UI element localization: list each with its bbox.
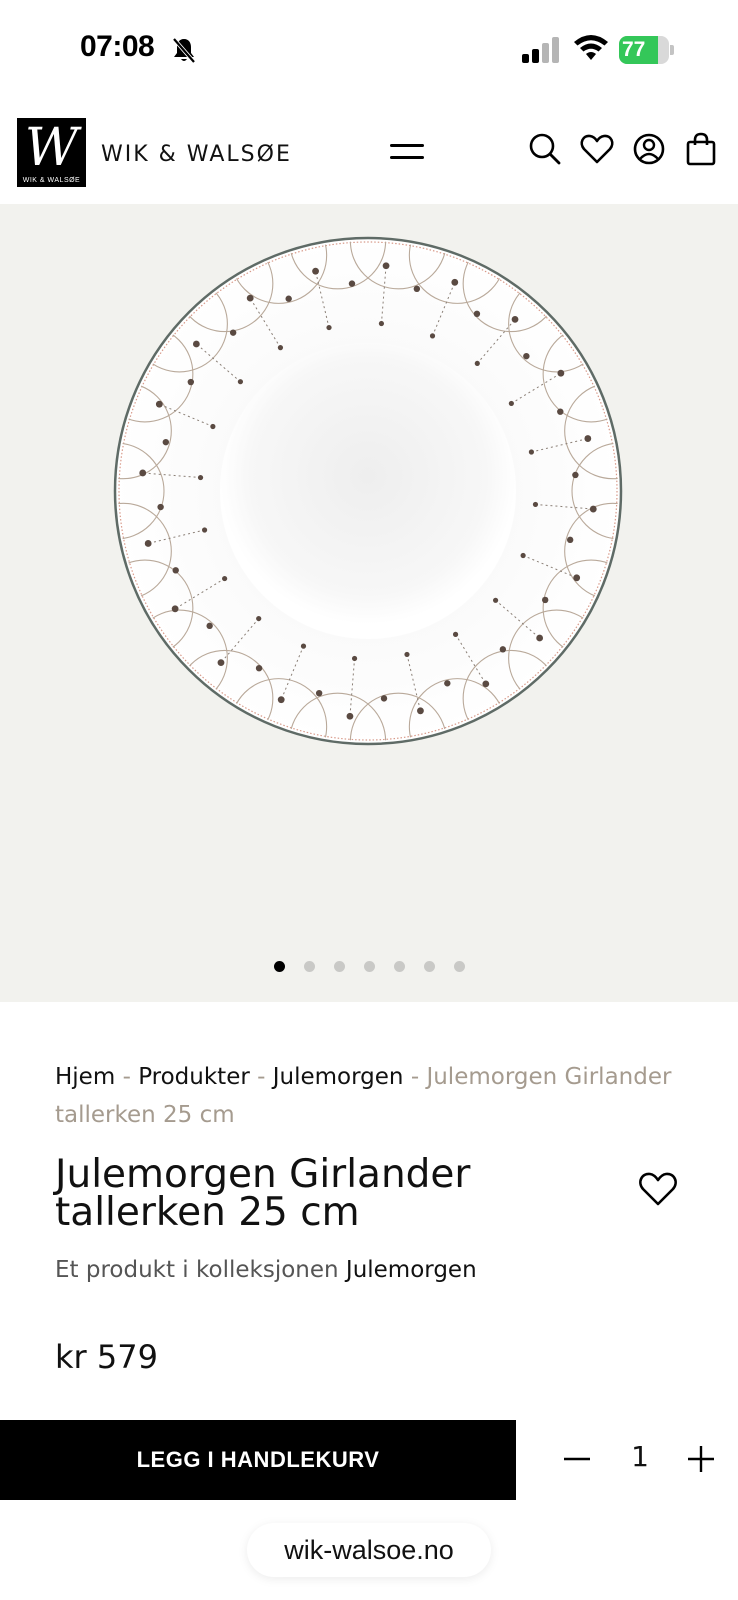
search-icon[interactable] — [528, 132, 562, 166]
status-bar: 07:08 77 — [0, 0, 738, 100]
quantity-value: 1 — [631, 1440, 649, 1473]
collection-prefix: Et produkt i kolleksjonen — [55, 1257, 339, 1283]
logo[interactable]: W WIK & WALSØE — [17, 118, 86, 187]
product-image-plate[interactable] — [112, 235, 624, 747]
collection-info: Et produkt i kolleksjonen Julemorgen — [55, 1257, 477, 1283]
menu-icon[interactable] — [390, 140, 424, 164]
breadcrumb-item-home[interactable]: Hjem — [55, 1064, 115, 1090]
breadcrumb-separator: - — [122, 1064, 131, 1090]
account-icon[interactable] — [632, 132, 666, 166]
breadcrumb-separator: - — [410, 1064, 420, 1090]
add-to-cart-button[interactable]: LEGG I HANDLEKURV — [0, 1420, 516, 1500]
gallery-dot[interactable] — [393, 961, 405, 972]
gallery-dot[interactable] — [453, 961, 465, 972]
gallery-dot[interactable] — [423, 961, 435, 972]
battery-level: 77 — [622, 38, 646, 61]
status-time: 07:08 — [80, 30, 155, 63]
brand-name[interactable]: WIK & WALSØE — [101, 142, 292, 167]
gallery-pagination[interactable] — [0, 961, 738, 977]
quantity-increase-icon[interactable] — [686, 1442, 716, 1476]
breadcrumb-item-collection[interactable]: Julemorgen — [273, 1064, 404, 1090]
battery-icon: 77 — [619, 36, 674, 64]
cellular-signal-icon — [522, 37, 559, 63]
gallery-dot[interactable] — [303, 961, 315, 972]
breadcrumb-item-products[interactable]: Produkter — [138, 1064, 250, 1090]
bell-slash-icon — [172, 37, 196, 64]
gallery-dot[interactable] — [333, 961, 345, 972]
add-to-wishlist-icon[interactable] — [638, 1170, 678, 1208]
heart-icon[interactable] — [580, 132, 614, 166]
breadcrumb: Hjem - Produkter - Julemorgen - Julemorg… — [55, 1058, 685, 1134]
quantity-decrease-icon[interactable] — [562, 1442, 592, 1476]
gallery-dot[interactable] — [273, 961, 285, 972]
cart-icon[interactable] — [684, 132, 718, 166]
wifi-icon — [574, 35, 608, 60]
browser-url-bar[interactable]: wik-walsoe.no — [247, 1523, 491, 1577]
product-title: Julemorgen Girlander tallerken 25 cm — [55, 1152, 471, 1235]
logo-mark: W — [24, 118, 79, 178]
site-header: W WIK & WALSØE WIK & WALSØE — [0, 100, 738, 204]
collection-link[interactable]: Julemorgen — [346, 1257, 477, 1283]
logo-subtext: WIK & WALSØE — [22, 177, 81, 184]
breadcrumb-separator: - — [257, 1064, 266, 1090]
gallery-dot[interactable] — [363, 961, 375, 972]
product-price: kr 579 — [55, 1338, 158, 1376]
product-gallery[interactable] — [0, 204, 738, 1002]
